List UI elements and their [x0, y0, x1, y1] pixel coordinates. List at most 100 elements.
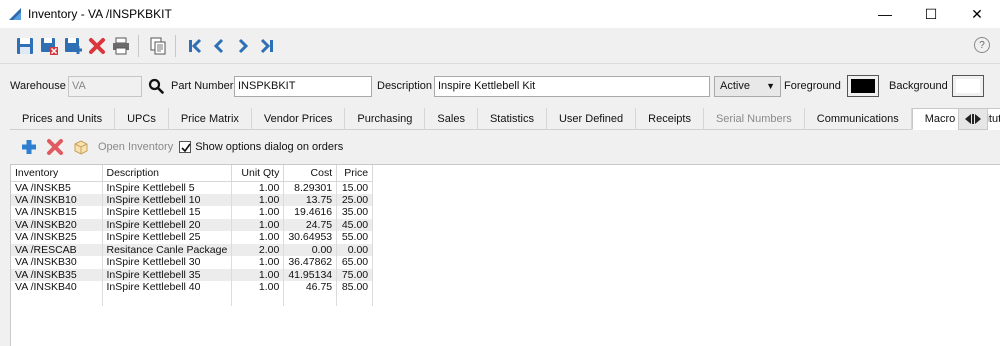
- help-button[interactable]: ?: [974, 37, 990, 53]
- maximize-button[interactable]: ☐: [908, 0, 954, 28]
- cell-inventory[interactable]: VA /INSKB15: [11, 206, 103, 219]
- tab-user-defined[interactable]: User Defined: [547, 108, 637, 130]
- tab-receipts[interactable]: Receipts: [636, 108, 704, 130]
- tab-purchasing[interactable]: Purchasing: [345, 108, 426, 130]
- cell-inventory[interactable]: VA /INSKB35: [11, 268, 103, 281]
- part-number-field[interactable]: INSPKBKIT: [234, 76, 372, 97]
- cell-inventory[interactable]: VA /INSKB5: [11, 181, 103, 194]
- cell-cost[interactable]: 46.75: [283, 281, 338, 294]
- cell-price[interactable]: 65.00: [336, 256, 374, 269]
- cell-description[interactable]: InSpire Kettlebell 35: [102, 268, 233, 281]
- last-record-button[interactable]: [256, 35, 278, 57]
- column-header-price[interactable]: Price: [336, 165, 374, 182]
- cell-unit-qty[interactable]: 1.00: [231, 206, 285, 219]
- cell-inventory[interactable]: VA /INSKB40: [11, 281, 103, 294]
- cell-inventory[interactable]: VA /RESCAB: [11, 243, 103, 256]
- warehouse-field[interactable]: VA: [68, 76, 142, 97]
- cell-cost[interactable]: 30.64953: [283, 231, 338, 244]
- cell-price[interactable]: 35.00: [336, 206, 374, 219]
- copy-button[interactable]: [147, 35, 169, 57]
- cell-price[interactable]: 0.00: [336, 243, 374, 256]
- table-row[interactable]: VA /INSKB30 InSpire Kettlebell 30 1.00 36.4…: [11, 256, 374, 269]
- table-row[interactable]: VA /INSKB25 InSpire Kettlebell 25 1.00 30.6…: [11, 231, 374, 244]
- empty-cell[interactable]: [283, 293, 338, 306]
- cell-cost[interactable]: 41.95134: [283, 268, 338, 281]
- delete-button[interactable]: [86, 35, 108, 57]
- cell-unit-qty[interactable]: 1.00: [231, 268, 285, 281]
- tab-price-matrix[interactable]: Price Matrix: [169, 108, 252, 130]
- cell-description[interactable]: InSpire Kettlebell 40: [102, 281, 233, 294]
- cell-price[interactable]: 15.00: [336, 181, 374, 194]
- cell-inventory[interactable]: VA /INSKB25: [11, 231, 103, 244]
- cell-unit-qty[interactable]: 2.00: [231, 243, 285, 256]
- description-field[interactable]: Inspire Kettlebell Kit: [434, 76, 710, 97]
- open-inventory-button[interactable]: [70, 136, 92, 158]
- foreground-color-button[interactable]: [847, 75, 879, 97]
- cell-price[interactable]: 85.00: [336, 281, 374, 294]
- table-row[interactable]: VA /RESCAB Resitance Canle Package 2.00 0.0…: [11, 243, 374, 256]
- minimize-button[interactable]: —: [862, 0, 908, 28]
- cell-price[interactable]: 75.00: [336, 268, 374, 281]
- table-row[interactable]: VA /INSKB15 InSpire Kettlebell 15 1.00 19.4…: [11, 206, 374, 219]
- empty-cell[interactable]: [102, 293, 233, 306]
- cell-inventory[interactable]: VA /INSKB30: [11, 256, 103, 269]
- column-header-cost[interactable]: Cost: [283, 165, 338, 182]
- table-row[interactable]: VA /INSKB5 InSpire Kettlebell 5 1.00 8.2930…: [11, 181, 374, 194]
- cell-unit-qty[interactable]: 1.00: [231, 256, 285, 269]
- close-window-button[interactable]: ✕: [954, 0, 1000, 28]
- save-new-button[interactable]: [62, 35, 84, 57]
- cell-cost[interactable]: 8.29301: [283, 181, 338, 194]
- empty-cell[interactable]: [231, 293, 285, 306]
- save-close-button[interactable]: [38, 35, 60, 57]
- tab-vendor-prices[interactable]: Vendor Prices: [252, 108, 346, 130]
- table-row[interactable]: VA /INSKB10 InSpire Kettlebell 10 1.00 13.7…: [11, 193, 374, 206]
- remove-row-button[interactable]: [44, 136, 66, 158]
- column-header-description[interactable]: Description: [102, 165, 233, 182]
- cell-price[interactable]: 45.00: [336, 218, 374, 231]
- cell-description[interactable]: InSpire Kettlebell 5: [102, 181, 233, 194]
- cell-unit-qty[interactable]: 1.00: [231, 181, 285, 194]
- status-select[interactable]: Active ▼: [714, 76, 781, 97]
- cell-price[interactable]: 25.00: [336, 193, 374, 206]
- first-record-button[interactable]: [184, 35, 206, 57]
- cell-cost[interactable]: 36.47862: [283, 256, 338, 269]
- previous-record-button[interactable]: [208, 35, 230, 57]
- cell-price[interactable]: 55.00: [336, 231, 374, 244]
- cell-description[interactable]: InSpire Kettlebell 20: [102, 218, 233, 231]
- cell-description[interactable]: InSpire Kettlebell 15: [102, 206, 233, 219]
- empty-cell[interactable]: [11, 293, 103, 306]
- cell-cost[interactable]: 19.4616: [283, 206, 338, 219]
- next-record-button[interactable]: [232, 35, 254, 57]
- tab-prices-and-units[interactable]: Prices and Units: [10, 108, 116, 130]
- column-header-unit-qty[interactable]: Unit Qty: [231, 165, 285, 182]
- cell-cost[interactable]: 24.75: [283, 218, 338, 231]
- print-button[interactable]: [110, 35, 132, 57]
- tab-upcs[interactable]: UPCs: [115, 108, 169, 130]
- tab-statistics[interactable]: Statistics: [478, 108, 547, 130]
- cell-cost[interactable]: 0.00: [283, 243, 338, 256]
- search-icon[interactable]: [148, 78, 164, 94]
- save-button[interactable]: [14, 35, 36, 57]
- cell-description[interactable]: Resitance Canle Package: [102, 243, 233, 256]
- cell-inventory[interactable]: VA /INSKB10: [11, 193, 103, 206]
- cell-unit-qty[interactable]: 1.00: [231, 193, 285, 206]
- tab-sales[interactable]: Sales: [425, 108, 478, 130]
- table-row[interactable]: VA /INSKB35 InSpire Kettlebell 35 1.00 41.9…: [11, 268, 374, 281]
- cell-cost[interactable]: 13.75: [283, 193, 338, 206]
- cell-unit-qty[interactable]: 1.00: [231, 218, 285, 231]
- background-color-button[interactable]: [952, 75, 984, 97]
- cell-unit-qty[interactable]: 1.00: [231, 231, 285, 244]
- cell-unit-qty[interactable]: 1.00: [231, 281, 285, 294]
- column-header-inventory[interactable]: Inventory: [11, 165, 103, 182]
- table-row[interactable]: VA /INSKB40 InSpire Kettlebell 40 1.00 46.7…: [11, 281, 374, 294]
- cell-description[interactable]: InSpire Kettlebell 10: [102, 193, 233, 206]
- table-row[interactable]: VA /INSKB20 InSpire Kettlebell 20 1.00 24.7…: [11, 218, 374, 231]
- empty-cell[interactable]: [336, 293, 374, 306]
- cell-description[interactable]: InSpire Kettlebell 25: [102, 231, 233, 244]
- tab-scroll-arrows[interactable]: [958, 108, 988, 130]
- add-row-button[interactable]: [18, 136, 40, 158]
- substitutions-grid[interactable]: Inventory Description Unit Qty Cost Pric…: [10, 164, 1000, 346]
- new-row[interactable]: [11, 293, 374, 306]
- show-options-checkbox[interactable]: [179, 141, 192, 153]
- tab-communications[interactable]: Communications: [805, 108, 912, 130]
